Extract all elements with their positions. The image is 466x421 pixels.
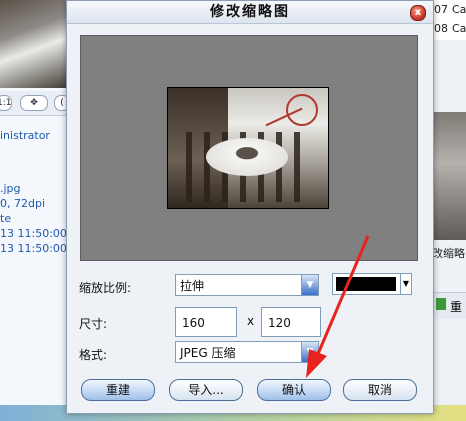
background-photo <box>0 0 70 88</box>
modify-thumbnail-dialog: 修改缩略图 x 缩放比例: 拉伸 ▼ ▼ 尺寸: 160 x 120 格式: J… <box>66 0 434 414</box>
scale-label: 缩放比例: <box>79 281 132 295</box>
info-line: inistrator <box>0 129 50 142</box>
format-label: 格式: <box>79 348 108 362</box>
scale-select[interactable]: 拉伸 ▼ <box>175 274 319 296</box>
thumbnail-red-mark <box>286 94 318 126</box>
chevron-down-icon[interactable]: ▼ <box>400 274 411 294</box>
format-select-value: JPEG 压缩 <box>180 346 236 360</box>
confirm-button[interactable]: 确认 <box>257 379 331 401</box>
info-line: .jpg <box>0 182 21 195</box>
table-cell: Ca <box>452 3 466 16</box>
import-button[interactable]: 导入... <box>169 379 243 401</box>
info-line: 13 11:50:00 <box>0 227 67 240</box>
scale-select-value: 拉伸 <box>180 279 205 293</box>
actual-size-button[interactable]: 1:1 <box>0 95 12 111</box>
width-input[interactable]: 160 <box>175 307 237 337</box>
background-table: 07 Ca 08 Ca <box>432 0 466 40</box>
chevron-down-icon[interactable]: ▼ <box>301 342 318 362</box>
background-right-button-label: 重 <box>450 300 463 314</box>
chevron-down-icon[interactable]: ▼ <box>301 275 318 295</box>
dialog-title: 修改缩略图 <box>210 4 290 20</box>
rebuild-button[interactable]: 重建 <box>81 379 155 401</box>
info-line <box>0 143 70 181</box>
info-line: 0, 72dpi <box>0 197 46 210</box>
table-cell: 08 <box>434 22 448 35</box>
background-right-caption: 改缩略 <box>432 247 465 260</box>
thumbnail-image <box>167 87 329 209</box>
dialog-titlebar[interactable]: 修改缩略图 x <box>67 1 433 24</box>
green-arrow-icon <box>436 298 446 310</box>
file-info-panel: inistrator .jpg 0, 72dpi te 13 11:50:00 … <box>0 122 70 256</box>
table-cell: 07 <box>434 3 448 16</box>
thumbnail-table <box>206 138 288 176</box>
height-input[interactable]: 120 <box>261 307 321 337</box>
table-cell: Ca <box>452 22 466 35</box>
fill-color-select[interactable]: ▼ <box>332 273 412 295</box>
background-right-button[interactable]: 重 <box>432 292 466 319</box>
close-button[interactable]: x <box>410 5 426 21</box>
format-select[interactable]: JPEG 压缩 ▼ <box>175 341 319 363</box>
color-swatch <box>336 277 396 291</box>
size-separator: x <box>247 314 255 328</box>
background-right-photo <box>432 112 466 240</box>
size-label: 尺寸: <box>79 317 108 331</box>
move-button[interactable]: ✥ <box>20 95 48 111</box>
info-line: 13 11:50:00 <box>0 242 67 255</box>
info-line: te <box>0 212 12 225</box>
thumbnail-preview-area <box>80 35 418 261</box>
cancel-button[interactable]: 取消 <box>343 379 417 401</box>
